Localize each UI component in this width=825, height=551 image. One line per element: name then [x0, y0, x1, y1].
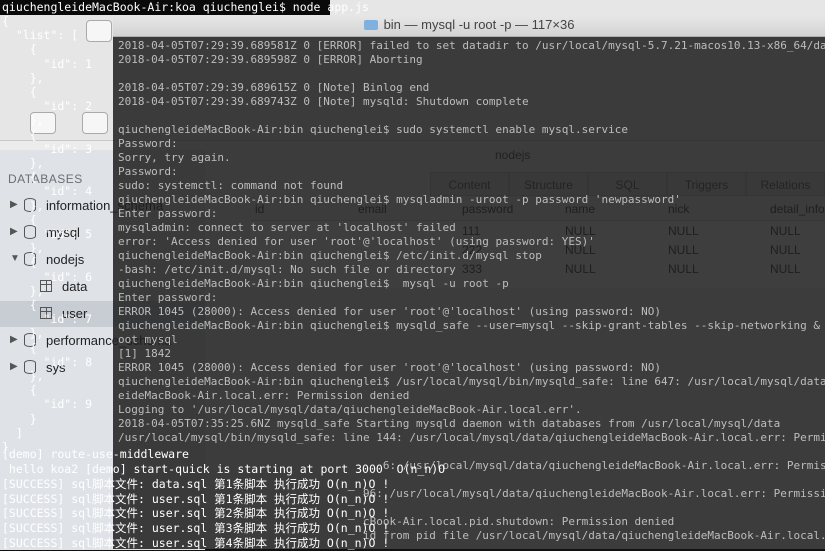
json-line: },	[2, 156, 44, 170]
json-line: },	[2, 283, 44, 298]
json-line: ]	[2, 425, 23, 440]
terminal-line: 2018-04-05T07:35:25.6NZ mysqld_safe Star…	[118, 417, 781, 430]
log-line: [demo] route-use-middleware	[2, 447, 189, 461]
terminal-line: 2018-04-05T07:29:39.689615Z 0 [Note] Bin…	[118, 81, 430, 94]
log-line: [SUCCESS] sql脚本文件: data.sql 第1条脚本 执行成功 O…	[2, 477, 390, 492]
terminal-line: 2018-04-05T07:29:39.689581Z 0 [ERROR] fa…	[118, 39, 825, 52]
terminal-line: Password:	[118, 137, 178, 150]
json-line: "id": 4	[2, 184, 93, 199]
terminal-line: qiuchengleideMacBook-Air:bin qiuchenglei…	[118, 319, 825, 332]
json-line: },	[2, 113, 44, 128]
json-line: "id": 6	[2, 269, 93, 284]
json-line: {	[2, 42, 37, 57]
json-line: {	[2, 14, 9, 28]
log-line: [SUCCESS] sql脚本文件: user.sql 第1条脚本 执行成功 O…	[2, 491, 390, 506]
json-line: "id": 2	[2, 99, 93, 114]
terminal-line: /usr/local/mysql/bin/mysqld_safe: line 1…	[118, 431, 825, 444]
terminal-line: Logging to '/usr/local/mysql/data/qiuche…	[118, 403, 582, 416]
json-line: "list": [	[2, 28, 79, 43]
json-line: {	[2, 212, 37, 227]
star-button[interactable]	[82, 112, 108, 134]
terminal-line: Enter password:	[118, 291, 218, 304]
terminal-line: qiuchengleideMacBook-Air:bin qiuchenglei…	[118, 249, 542, 262]
json-line: },	[2, 241, 44, 256]
json-line: {	[2, 85, 37, 99]
json-line: },	[2, 198, 44, 213]
json-line: }	[2, 411, 37, 426]
json-line: {	[2, 298, 37, 312]
terminal-line: sudo: systemctl: command not found	[118, 179, 344, 192]
terminal-line: Sorry, try again.	[118, 151, 231, 164]
json-line: "id": 9	[2, 397, 93, 412]
terminal-line: 2018-04-05T07:29:39.689598Z 0 [ERROR] Ab…	[118, 53, 423, 66]
json-line: {	[2, 127, 37, 142]
terminal-line: 2018-04-05T07:29:39.689743Z 0 [Note] mys…	[118, 95, 529, 108]
json-line: {	[2, 170, 37, 185]
terminal-line: Enter password:	[118, 207, 218, 220]
json-line: },	[2, 70, 44, 85]
terminal-line: ERROR 1045 (28000): Access denied for us…	[118, 305, 662, 318]
terminal-line: qiuchengleideMacBook-Air:bin qiuchenglei…	[118, 123, 628, 136]
log-line: hello koa2 [demo] start-quick is startin…	[2, 461, 446, 476]
terminal-line: error: 'Access denied for user 'root'@'l…	[118, 235, 595, 248]
json-line: },	[2, 326, 44, 341]
terminal-line: ERROR 1045 (28000): Access denied for us…	[118, 361, 662, 374]
sidebar-item-label: nodejs	[46, 252, 85, 267]
terminal-line: qiuchengleideMacBook-Air:bin qiuchenglei…	[118, 277, 509, 290]
json-line: "id": 8	[2, 354, 93, 369]
log-line: [SUCCESS] sql脚本文件: user.sql 第2条脚本 执行成功 O…	[2, 506, 390, 521]
terminal-line: mysqladmin: connect to server at 'localh…	[118, 221, 456, 234]
folder-icon	[363, 20, 378, 30]
toolbar-button[interactable]	[86, 20, 112, 42]
json-line: "id": 3	[2, 141, 93, 156]
terminal-title: bin — mysql -u root -p — 117×36	[383, 17, 575, 32]
json-line: {	[2, 340, 37, 355]
terminal-line: -bash: /etc/init.d/mysql: No such file o…	[118, 263, 456, 276]
terminal-line: qiuchengleideMacBook-Air:bin qiuchenglei…	[118, 193, 681, 206]
terminal-titlebar[interactable]: bin — mysql -u root -p — 117×36	[113, 14, 825, 37]
terminal-line: Password:	[118, 165, 178, 178]
json-line: "id": 7	[2, 312, 93, 327]
terminal-line: oot mysql	[118, 333, 178, 346]
json-line: {	[2, 383, 37, 398]
log-line: [SUCCESS] sql脚本文件: user.sql 第3条脚本 执行成功 O…	[2, 521, 390, 535]
log-line: [SUCCESS] sql脚本文件: user.sql 第4条脚本 执行成功 O…	[2, 535, 390, 550]
json-line: {	[2, 255, 37, 270]
json-line: },	[2, 369, 44, 383]
json-line: "id": 5	[2, 227, 93, 241]
terminal-line: qiuchengleideMacBook-Air:bin qiuchenglei…	[118, 375, 825, 388]
json-line: "id": 1	[2, 56, 93, 71]
terminal-line: [1] 1842	[118, 347, 171, 360]
terminal-line: eideMacBook-Air.local.err: Permission de…	[118, 389, 410, 402]
